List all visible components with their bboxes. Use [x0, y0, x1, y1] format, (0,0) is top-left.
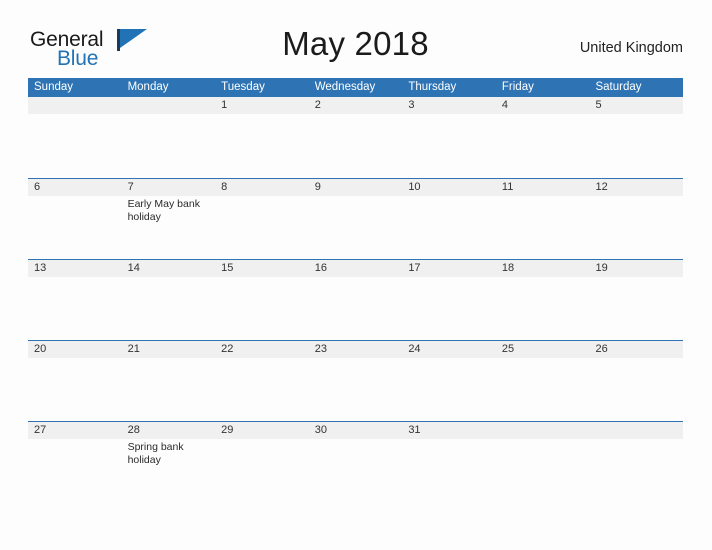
day-number: 13 — [34, 262, 47, 274]
day-number: 22 — [221, 343, 234, 355]
calendar-day-cell[interactable]: 10 — [402, 179, 496, 259]
day-number-band — [402, 97, 496, 114]
calendar-day-cell[interactable]: 1 — [215, 97, 309, 178]
day-number-band — [215, 97, 309, 114]
calendar-day-cell[interactable]: 18 — [495, 260, 590, 340]
day-number: 4 — [501, 99, 509, 111]
weekday-header-saturday: Saturday — [595, 81, 642, 93]
day-number: 2 — [314, 99, 321, 111]
calendar-day-cell[interactable]: 31 — [402, 422, 496, 502]
calendar-day-cell[interactable]: 23 — [308, 341, 403, 421]
day-number: 8 — [221, 181, 228, 193]
day-number: 12 — [595, 181, 608, 193]
calendar-day-cell[interactable]: 26 — [589, 341, 684, 421]
calendar-day-cell[interactable]: 28 Spring bank holiday — [121, 422, 216, 502]
holiday-label: Early May bank holiday — [127, 198, 200, 223]
calendar-day-cell[interactable]: 27 — [28, 422, 122, 502]
day-number-band — [28, 179, 122, 196]
day-number-band — [495, 422, 590, 439]
calendar-day-cell[interactable] — [495, 422, 590, 502]
day-number-band — [495, 97, 590, 114]
day-number-band — [308, 179, 403, 196]
day-number-band — [215, 179, 309, 196]
calendar-page: General Blue May 2018 United Kingdom Sun… — [0, 0, 712, 550]
day-number: 23 — [314, 343, 327, 355]
calendar-day-cell[interactable]: 22 — [215, 341, 309, 421]
calendar-week-row: 20 21 22 23 24 25 26 — [28, 340, 684, 421]
calendar-day-cell[interactable]: 3 — [402, 97, 496, 178]
weekday-header-friday: Friday — [501, 81, 534, 93]
weekday-header-monday: Monday — [127, 81, 169, 93]
day-number: 9 — [314, 181, 321, 193]
day-number-band — [308, 97, 403, 114]
calendar-day-cell[interactable]: 30 — [308, 422, 403, 502]
day-number-band — [589, 97, 684, 114]
calendar-day-cell[interactable]: 20 — [28, 341, 122, 421]
calendar-day-cell[interactable]: 15 — [215, 260, 309, 340]
calendar-day-cell[interactable]: 4 — [495, 97, 590, 178]
day-number: 11 — [501, 181, 514, 193]
day-number: 28 — [127, 424, 140, 436]
day-number: 24 — [408, 343, 421, 355]
calendar-day-cell[interactable]: 16 — [308, 260, 403, 340]
calendar-day-cell[interactable]: 19 — [589, 260, 684, 340]
weekday-header-wednesday: Wednesday — [314, 81, 376, 93]
day-number: 7 — [127, 181, 134, 193]
day-number: 27 — [34, 424, 47, 436]
calendar-day-cell[interactable]: 25 — [495, 341, 590, 421]
day-number: 25 — [501, 343, 515, 355]
calendar-day-cell[interactable] — [28, 97, 122, 178]
calendar-day-cell[interactable]: 13 — [28, 260, 122, 340]
day-number: 1 — [221, 99, 228, 111]
calendar-day-cell[interactable]: 11 — [495, 179, 590, 259]
day-number: 31 — [408, 424, 421, 436]
day-number-band — [589, 422, 684, 439]
calendar-day-cell[interactable] — [121, 97, 216, 178]
weekday-header-thursday: Thursday — [408, 81, 457, 93]
calendar-week-row: 1 2 3 4 5 — [28, 97, 684, 178]
calendar-week-row: 13 14 15 16 17 18 19 — [28, 259, 684, 340]
calendar-day-cell[interactable]: 12 — [589, 179, 684, 259]
calendar-day-cell[interactable]: 6 — [28, 179, 122, 259]
calendar-day-cell[interactable]: 21 — [121, 341, 216, 421]
day-number: 21 — [127, 343, 140, 355]
calendar-day-cell[interactable]: 7 Early May bank holiday — [121, 179, 216, 259]
day-number-band — [121, 97, 216, 114]
calendar-day-cell[interactable]: 5 — [589, 97, 684, 178]
day-number: 3 — [408, 99, 415, 111]
day-number: 6 — [34, 181, 41, 193]
weekday-header-tuesday: Tuesday — [221, 81, 265, 93]
day-number: 17 — [408, 262, 421, 274]
day-number: 15 — [221, 262, 234, 274]
day-number: 26 — [595, 343, 608, 355]
day-number: 19 — [595, 262, 608, 274]
calendar-day-cell[interactable]: 17 — [402, 260, 496, 340]
day-number: 18 — [501, 262, 515, 274]
weekday-header-row: Sunday Monday Tuesday Wednesday Thursday… — [28, 78, 683, 97]
day-number-band — [121, 179, 216, 196]
calendar-week-row: 6 7 Early May bank holiday 8 9 10 11 12 — [28, 178, 684, 259]
calendar-day-cell[interactable] — [589, 422, 684, 502]
day-number-band — [28, 97, 122, 114]
calendar-weeks: 1 2 3 4 5 6 7 Early May bank holiday 8 9 10 11 12 13 1… — [28, 97, 684, 502]
country-label: United Kingdom — [579, 40, 683, 56]
calendar-week-row: 27 28 Spring bank holiday 29 30 31 — [28, 421, 684, 502]
day-number: 20 — [34, 343, 47, 355]
day-number: 30 — [314, 424, 327, 436]
day-number: 10 — [408, 181, 421, 193]
calendar-day-cell[interactable]: 8 — [215, 179, 309, 259]
calendar-day-cell[interactable]: 29 — [215, 422, 309, 502]
holiday-label: Spring bank holiday — [127, 441, 184, 466]
calendar-day-cell[interactable]: 14 — [121, 260, 216, 340]
calendar-day-cell[interactable]: 24 — [402, 341, 496, 421]
calendar-day-cell[interactable]: 9 — [308, 179, 403, 259]
day-number: 16 — [314, 262, 327, 274]
day-number: 14 — [127, 262, 140, 274]
day-number: 5 — [595, 99, 602, 111]
day-number: 29 — [221, 424, 234, 436]
weekday-header-sunday: Sunday — [34, 81, 74, 93]
page-header: General Blue May 2018 United Kingdom — [28, 25, 683, 72]
calendar-day-cell[interactable]: 2 — [308, 97, 403, 178]
calendar-grid: Sunday Monday Tuesday Wednesday Thursday… — [28, 78, 684, 502]
